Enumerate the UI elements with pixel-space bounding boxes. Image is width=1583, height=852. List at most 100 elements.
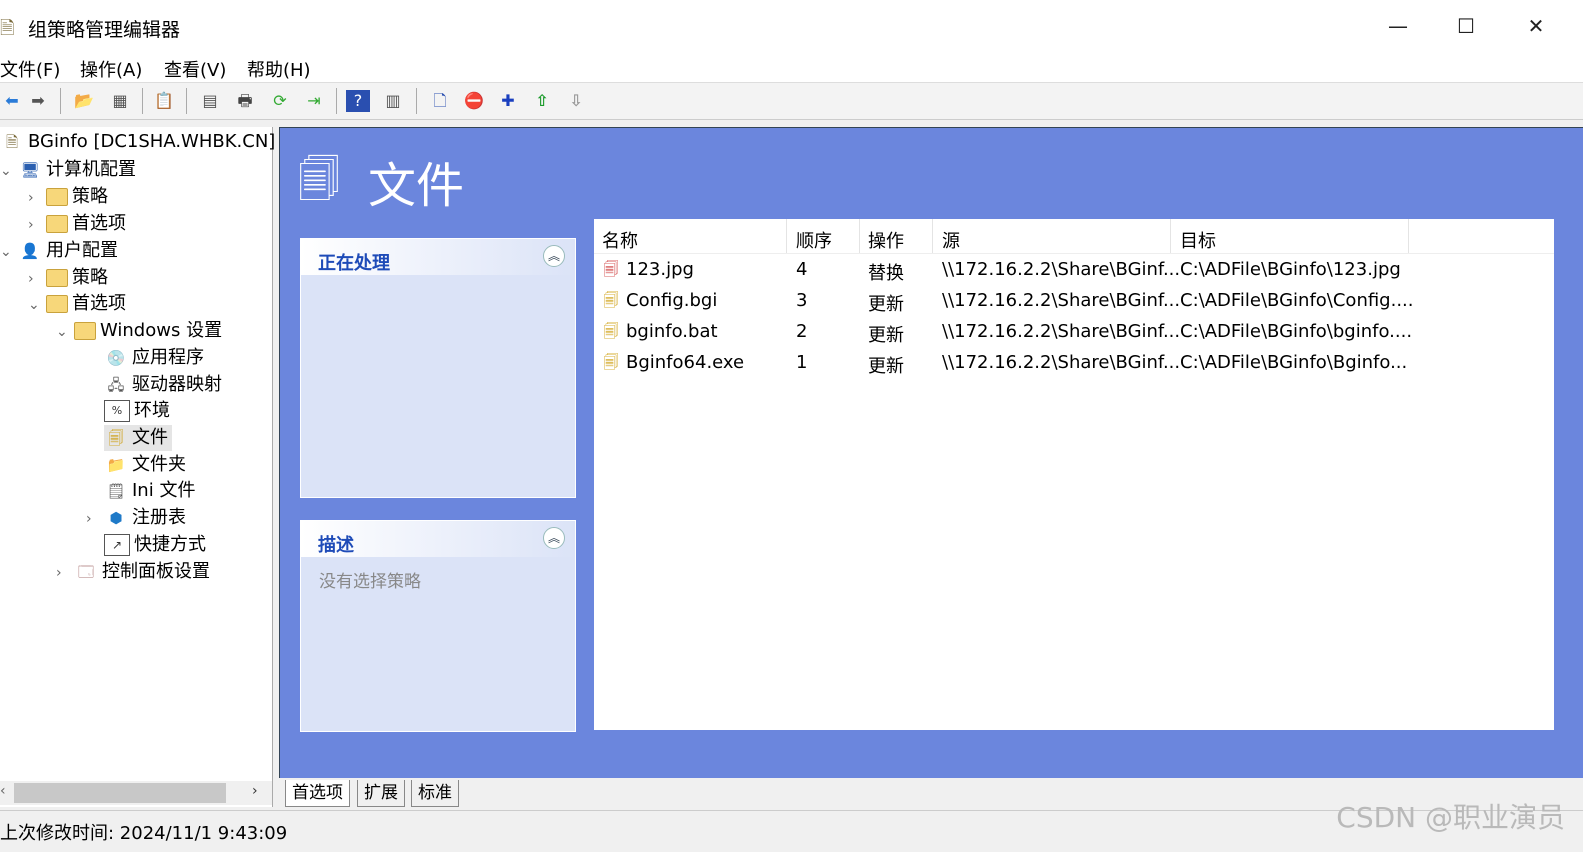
list-row[interactable]: 🗐 123.jpg 4 替换 \\172.16.2.2\Share\BGinf.… (594, 255, 1554, 286)
tree-policy-computer[interactable]: › 策略 (28, 184, 108, 210)
chevron-right-icon[interactable]: › (28, 266, 46, 292)
folder-icon (46, 295, 68, 313)
folder-icon (46, 215, 68, 233)
tab-extended[interactable]: 扩展 (357, 780, 405, 807)
row-action: 更新 (868, 294, 904, 315)
action-pane-icon[interactable]: ▥ (381, 90, 405, 112)
column-target[interactable]: 目标 (1180, 227, 1216, 253)
list-header: 名称 顺序 操作 源 目标 (594, 219, 1554, 254)
status-text: 上次修改时间: 2024/11/1 9:43:09 (0, 823, 288, 844)
tree-preferences-computer[interactable]: › 首选项 (28, 211, 126, 237)
menu-help[interactable]: 帮助(H) (247, 56, 311, 82)
chevron-down-icon[interactable]: ⌄ (0, 239, 18, 265)
add-icon[interactable]: ✚ (496, 90, 520, 112)
tab-standard[interactable]: 标准 (411, 780, 459, 807)
tree-ini-files[interactable]: 🗒 Ini 文件 (86, 478, 195, 504)
tree-preferences-user[interactable]: ⌄ 首选项 (28, 291, 126, 317)
column-action[interactable]: 操作 (868, 227, 904, 253)
menu-action[interactable]: 操作(A) (80, 56, 142, 82)
toolbar-separator (416, 88, 417, 114)
tree-computer-config[interactable]: ⌄ 🖥 计算机配置 (0, 157, 136, 183)
list-row[interactable]: 🗐 bginfo.bat 2 更新 \\172.16.2.2\Share\BGi… (594, 317, 1554, 348)
tree-folders[interactable]: 📁 文件夹 (86, 452, 186, 478)
move-down-icon[interactable]: ⇩ (564, 90, 588, 112)
close-button[interactable]: ✕ (1516, 12, 1556, 40)
files-header-icon: 🗐 (298, 155, 340, 204)
tree-policy-user[interactable]: › 策略 (28, 265, 108, 291)
processing-panel-title: 正在处理 (318, 253, 390, 274)
tree-label: 计算机配置 (46, 159, 136, 180)
column-name[interactable]: 名称 (602, 227, 638, 253)
folder-icon (46, 269, 68, 287)
chevron-down-icon[interactable]: ⌄ (0, 158, 18, 184)
gpo-icon: 🗎 (5, 133, 19, 151)
tree-label: 文件夹 (132, 454, 186, 475)
up-folder-icon[interactable]: 📂 (72, 90, 96, 112)
chevron-right-icon[interactable]: › (86, 506, 104, 532)
move-up-icon[interactable]: ⇧ (530, 90, 554, 112)
file-update-icon: 🗐 (603, 291, 619, 309)
tab-preferences[interactable]: 首选项 (285, 780, 350, 807)
cd-icon: 💿 (106, 349, 126, 367)
tree-environment[interactable]: % 环境 (86, 398, 170, 424)
folder-star-icon: 📁 (106, 456, 126, 474)
column-source[interactable]: 源 (942, 227, 960, 253)
properties-icon[interactable]: ▤ (198, 90, 222, 112)
environment-icon: % (104, 400, 130, 422)
tree-label: 策略 (72, 267, 108, 288)
collapse-chevron-icon[interactable]: ︽ (543, 245, 565, 267)
column-order[interactable]: 顺序 (796, 227, 832, 253)
list-row[interactable]: 🗐 Bginfo64.exe 1 更新 \\172.16.2.2\Share\B… (594, 348, 1554, 379)
show-hide-tree-icon[interactable]: ▦ (108, 90, 132, 112)
maximize-button[interactable]: ☐ (1446, 12, 1486, 40)
row-action: 更新 (868, 356, 904, 377)
help-icon[interactable]: ? (346, 90, 370, 112)
tree-files[interactable]: 🗐 文件 (86, 425, 172, 451)
horizontal-scrollbar[interactable]: ‹ › (0, 781, 272, 805)
chevron-down-icon[interactable]: ⌄ (56, 319, 74, 345)
back-icon[interactable]: ⬅ (0, 90, 24, 112)
chevron-right-icon[interactable]: › (56, 560, 74, 586)
processing-panel-header[interactable]: 正在处理 ︽ (301, 239, 575, 275)
chevron-right-icon[interactable]: › (28, 185, 46, 211)
scroll-right-icon[interactable]: › (252, 783, 258, 799)
tree-shortcuts[interactable]: ↗ 快捷方式 (86, 532, 206, 558)
files-icon: 🗐 (108, 429, 124, 447)
list-row[interactable]: 🗐 Config.bgi 3 更新 \\172.16.2.2\Share\BGi… (594, 286, 1554, 317)
print-icon[interactable]: 🖶 (233, 90, 257, 112)
processing-panel: 正在处理 ︽ (300, 238, 576, 498)
forward-icon[interactable]: ➡ (26, 90, 50, 112)
chevron-down-icon[interactable]: ⌄ (28, 292, 46, 318)
minimize-button[interactable]: — (1378, 12, 1418, 40)
tree-label: 首选项 (72, 213, 126, 234)
menu-file[interactable]: 文件(F) (0, 56, 60, 82)
clipboard-icon[interactable]: 📋 (152, 90, 176, 112)
collapse-chevron-icon[interactable]: ︽ (543, 527, 565, 549)
row-target: C:\ADFile\BGinfo\bginfo.... (1180, 321, 1413, 342)
toolbar: ⬅ ➡ 📂 ▦ 📋 ▤ 🖶 ⟳ ⇥ ? ▥ 🗋 ⛔ ✚ ⇧ ⇩ (0, 83, 1583, 120)
stop-icon[interactable]: ⛔ (462, 90, 486, 112)
toolbar-separator (186, 88, 187, 114)
description-panel-title: 描述 (318, 535, 354, 556)
scroll-thumb[interactable] (14, 783, 226, 803)
tree-control-panel[interactable]: › 🗔 控制面板设置 (56, 559, 210, 585)
description-panel-header[interactable]: 描述 ︽ (301, 521, 575, 557)
tree-user-config[interactable]: ⌄ 👤 用户配置 (0, 238, 118, 264)
scroll-left-icon[interactable]: ‹ (0, 783, 6, 799)
file-replace-icon: 🗐 (603, 260, 619, 278)
tree-applications[interactable]: 💿 应用程序 (86, 345, 204, 371)
refresh-icon[interactable]: ⟳ (268, 90, 292, 112)
chevron-right-icon[interactable]: › (28, 212, 46, 238)
tree-root[interactable]: 🗎 BGinfo [DC1SHA.WHBK.CN] 策 (0, 129, 299, 155)
row-order: 1 (796, 352, 808, 373)
tree-label: 策略 (72, 186, 108, 207)
title-bar: 🗎 组策略管理编辑器 — ☐ ✕ (0, 0, 1583, 52)
tree-windows-settings[interactable]: ⌄ Windows 设置 (56, 318, 222, 344)
new-item-icon[interactable]: 🗋 (428, 90, 452, 112)
export-icon[interactable]: ⇥ (302, 90, 326, 112)
tree-registry[interactable]: › ⬢ 注册表 (86, 505, 186, 531)
tree-drive-maps[interactable]: 🖧 驱动器映射 (86, 372, 222, 398)
toolbar-separator (336, 88, 337, 114)
menu-view[interactable]: 查看(V) (164, 56, 226, 82)
navigation-tree: 🗎 BGinfo [DC1SHA.WHBK.CN] 策 ⌄ 🖥 计算机配置 › 策略 ›… (0, 127, 299, 807)
